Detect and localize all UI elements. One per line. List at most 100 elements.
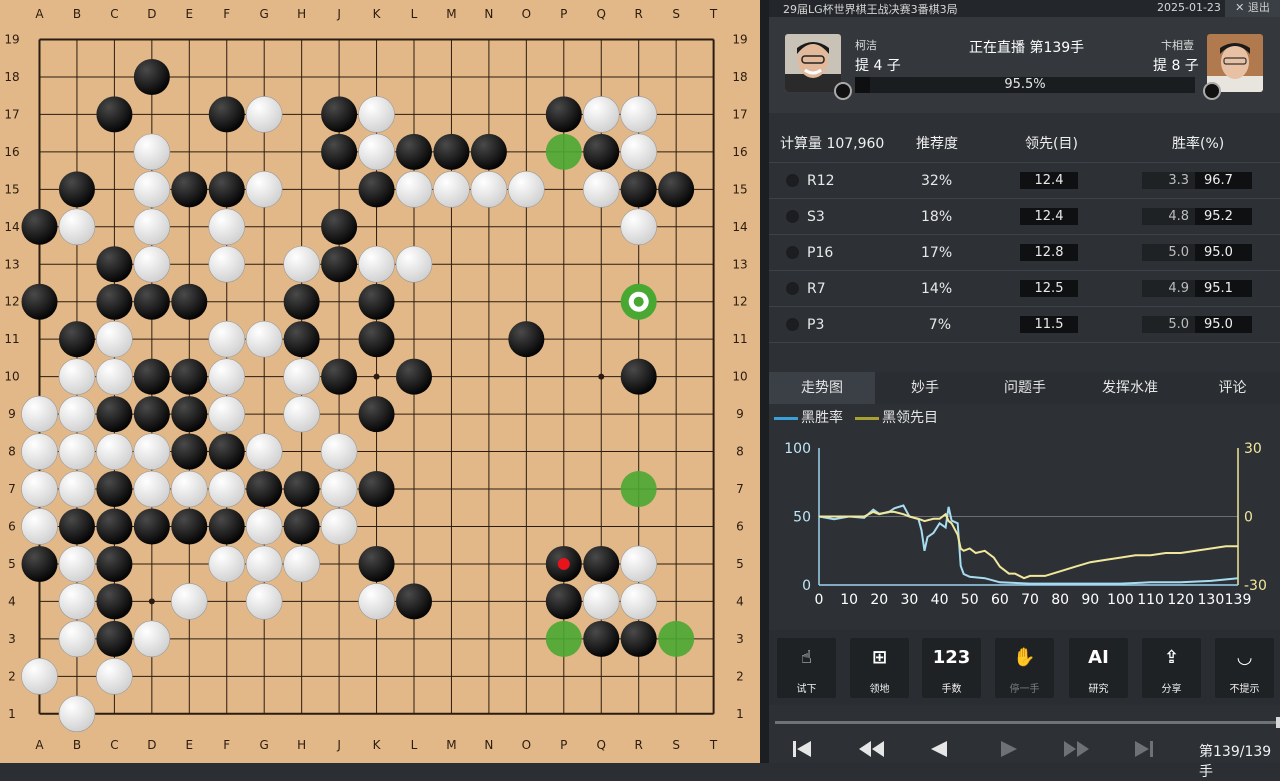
black-stone bbox=[133, 358, 170, 395]
column-label: D bbox=[147, 7, 156, 21]
move-progress-knob[interactable] bbox=[1276, 717, 1280, 728]
next-move-icon[interactable] bbox=[993, 739, 1023, 759]
column-label: F bbox=[223, 738, 230, 752]
legend-winrate-label: 黑胜率 bbox=[801, 410, 843, 426]
column-label: J bbox=[336, 738, 341, 752]
candidate-stone-icon bbox=[786, 174, 799, 187]
white-stone bbox=[133, 470, 171, 508]
black-player-avatar[interactable] bbox=[785, 34, 841, 92]
column-label: J bbox=[336, 7, 341, 21]
toolbar: ☝ 试下 ⊞ 领地 123 手数 ✋ 停一手 AI 研究 ⇪ 分享 ◡ 不提示 bbox=[769, 630, 1280, 705]
suggested-move-mark[interactable] bbox=[545, 133, 582, 170]
go-board[interactable]: AABBCCDDEEFFGGHHJJKKLLMMNNOOPPQQRRSSTT19… bbox=[0, 0, 760, 763]
row-label: 5 bbox=[736, 557, 744, 571]
last-move-icon[interactable] bbox=[1129, 739, 1159, 759]
white-stone bbox=[620, 583, 658, 620]
back-ten-icon[interactable] bbox=[857, 739, 887, 759]
candidate-row[interactable]: S3 18% 12.4 4.8 95.2 bbox=[769, 199, 1280, 235]
toolbar-button-4[interactable]: AI 研究 bbox=[1069, 638, 1128, 698]
previous-move-icon[interactable] bbox=[925, 739, 955, 759]
black-stone-icon bbox=[834, 82, 852, 100]
white-stone bbox=[358, 245, 395, 283]
row-label: 15 bbox=[732, 182, 747, 196]
chart-tabs: 走势图 妙手 问题手 发挥水准 评论 bbox=[769, 372, 1280, 404]
white-stone bbox=[58, 208, 96, 246]
black-stone bbox=[358, 396, 395, 433]
col-winrate: 胜率(%) bbox=[1172, 136, 1225, 152]
toolbar-button-2[interactable]: 123 手数 bbox=[922, 638, 981, 698]
white-stone bbox=[21, 433, 58, 470]
white-stone bbox=[620, 545, 658, 583]
current-suggestion-center bbox=[633, 296, 644, 307]
candidate-lead: 11.5 bbox=[1020, 316, 1078, 333]
row-label: 19 bbox=[732, 33, 747, 47]
toolbar-button-1[interactable]: ⊞ 领地 bbox=[850, 638, 909, 698]
black-stone bbox=[96, 283, 133, 320]
row-label: 10 bbox=[732, 370, 747, 384]
white-stone bbox=[208, 245, 246, 283]
forward-ten-icon[interactable] bbox=[1061, 739, 1091, 759]
go-board-area[interactable]: A A B B C C D D E E F F G G H H J J K K L L M M N N O O P P Q Q R R S S T T 19… bbox=[0, 0, 760, 763]
white-stone bbox=[283, 358, 320, 395]
black-stone bbox=[171, 508, 208, 545]
row-label: 12 bbox=[732, 295, 747, 309]
white-stone bbox=[245, 545, 283, 583]
row-label: 3 bbox=[8, 632, 16, 646]
touch-icon: ☝ bbox=[801, 647, 812, 668]
white-stone bbox=[395, 171, 433, 208]
white-stone bbox=[395, 245, 433, 283]
candidate-row[interactable]: P16 17% 12.8 5.0 95.0 bbox=[769, 235, 1280, 271]
white-stone bbox=[58, 583, 96, 620]
suggested-move-mark[interactable] bbox=[620, 471, 657, 508]
analysis-panel: 29届LG杯世界棋王战决赛3番棋3局 2025-01-23 ✕ 退出 柯洁 提 … bbox=[769, 0, 1280, 780]
move-progress-slider[interactable] bbox=[775, 717, 1280, 728]
row-label: 19 bbox=[4, 33, 19, 47]
suggested-move-mark[interactable] bbox=[658, 620, 695, 657]
tab-mistakes[interactable]: 问题手 bbox=[975, 372, 1075, 404]
white-stone bbox=[58, 695, 96, 733]
row-label: 14 bbox=[4, 220, 19, 234]
toolbar-label: 停一手 bbox=[1009, 684, 1040, 695]
x-tick-label: 90 bbox=[1081, 592, 1099, 608]
candidate-move: S3 bbox=[807, 209, 825, 225]
white-stone bbox=[320, 433, 358, 470]
toolbar-button-3[interactable]: ✋ 停一手 bbox=[995, 638, 1054, 698]
white-stone bbox=[58, 433, 96, 470]
white-player-name: 卞相壹 bbox=[1161, 39, 1194, 52]
row-label: 13 bbox=[4, 257, 19, 271]
black-stone bbox=[58, 171, 95, 208]
star-point bbox=[598, 373, 605, 380]
x-tick-label: 110 bbox=[1137, 592, 1164, 608]
win-rate-label: 95.5% bbox=[1004, 77, 1046, 92]
tab-trend[interactable]: 走势图 bbox=[769, 372, 875, 404]
candidate-row[interactable]: R12 32% 12.4 3.3 96.7 bbox=[769, 163, 1280, 199]
black-stone bbox=[21, 208, 58, 245]
suggested-move-mark[interactable] bbox=[545, 620, 582, 657]
x-tick-label: 120 bbox=[1167, 592, 1194, 608]
black-stone bbox=[58, 508, 95, 545]
left-tick-label: 0 bbox=[802, 578, 811, 594]
white-stone bbox=[245, 171, 283, 208]
candidate-row[interactable]: R7 14% 12.5 4.9 95.1 bbox=[769, 271, 1280, 307]
toolbar-button-0[interactable]: ☝ 试下 bbox=[777, 638, 836, 698]
toolbar-button-6[interactable]: ◡ 不提示 bbox=[1215, 638, 1274, 698]
tab-performance[interactable]: 发挥水准 bbox=[1075, 372, 1185, 404]
row-label: 7 bbox=[736, 482, 744, 496]
first-move-icon[interactable] bbox=[789, 739, 819, 759]
toolbar-label: 研究 bbox=[1088, 684, 1109, 695]
candidate-winrate-black: 95.0 bbox=[1204, 317, 1233, 332]
white-stone bbox=[133, 433, 171, 470]
black-stone bbox=[208, 171, 245, 208]
exit-button[interactable]: ✕ 退出 bbox=[1225, 0, 1280, 17]
white-captures: 提 8 子 bbox=[1153, 58, 1199, 74]
toolbar-button-5[interactable]: ⇪ 分享 bbox=[1142, 638, 1201, 698]
candidate-recommend: 18% bbox=[921, 209, 953, 225]
row-label: 7 bbox=[8, 482, 16, 496]
candidate-winrate: 4.9 95.1 bbox=[1142, 280, 1252, 297]
tab-comments[interactable]: 评论 bbox=[1185, 372, 1280, 404]
white-stone bbox=[58, 395, 96, 433]
candidate-row[interactable]: P3 7% 11.5 5.0 95.0 bbox=[769, 307, 1280, 343]
tab-brilliant[interactable]: 妙手 bbox=[875, 372, 975, 404]
candidate-table: 计算量 107,960 推荐度 领先(目) 胜率(%) R12 32% 12.4 3.… bbox=[769, 126, 1280, 343]
candidate-winrate: 5.0 95.0 bbox=[1142, 316, 1252, 333]
